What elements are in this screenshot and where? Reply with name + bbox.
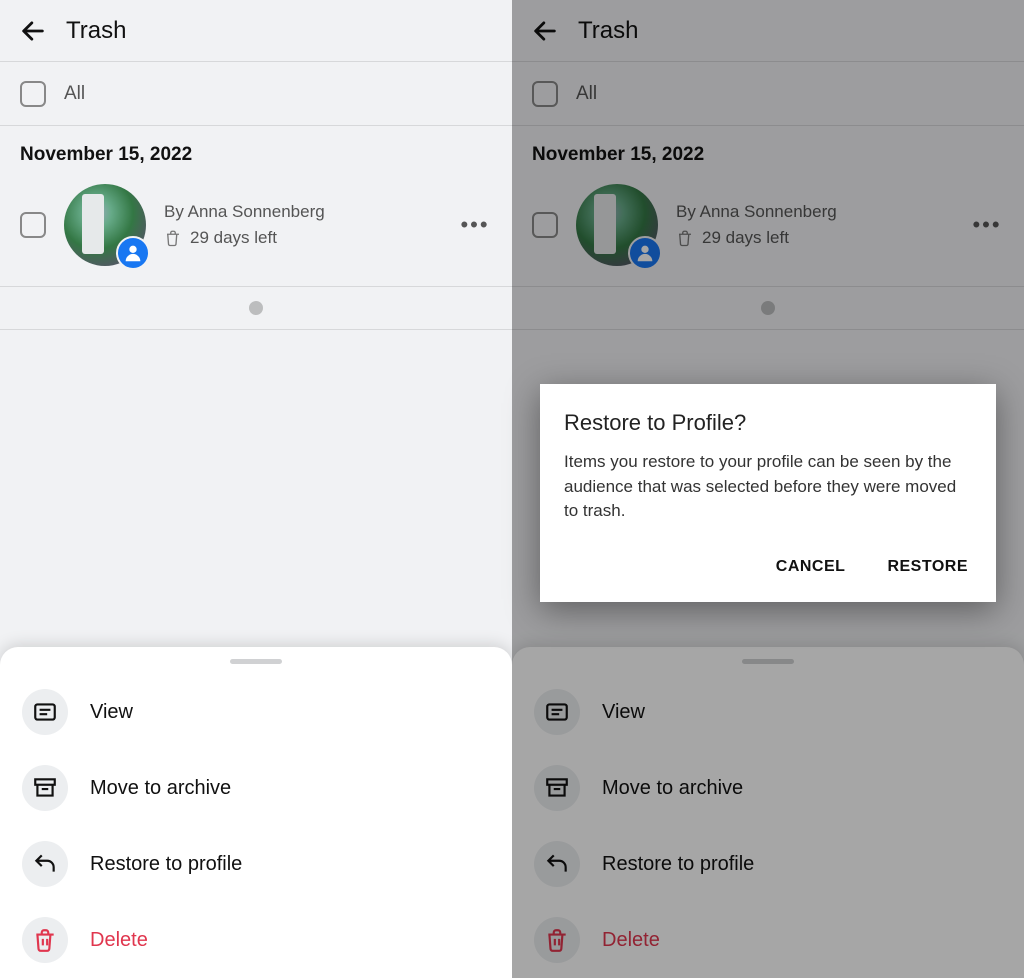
more-icon: ••• — [460, 212, 489, 238]
spinner-icon — [249, 301, 263, 315]
restore-dialog: Restore to Profile? Items you restore to… — [540, 384, 996, 602]
select-all-label: All — [576, 83, 597, 105]
action-sheet: View Move to archive Restore to profile … — [512, 647, 1024, 978]
sheet-option-label: Delete — [90, 929, 148, 952]
item-thumbnail[interactable] — [64, 184, 146, 266]
sheet-grabber[interactable] — [230, 659, 282, 664]
left-panel: Trash All November 15, 2022 By Anna Sonn… — [0, 0, 512, 978]
item-more-button[interactable]: ••• — [970, 212, 1004, 238]
arrow-left-icon — [19, 17, 47, 45]
dialog-title: Restore to Profile? — [564, 410, 972, 436]
dialog-restore-button[interactable]: RESTORE — [883, 552, 972, 582]
trash-item: By Anna Sonnenberg 29 days left ••• — [0, 176, 512, 287]
select-all-row[interactable]: All — [512, 62, 1024, 126]
sheet-option-delete[interactable]: Delete — [512, 902, 1024, 978]
sheet-option-delete[interactable]: Delete — [0, 902, 512, 978]
sheet-option-label: View — [90, 701, 133, 724]
back-button[interactable] — [16, 14, 50, 48]
action-sheet: View Move to archive Restore to profile … — [0, 647, 512, 978]
loading-row — [0, 287, 512, 330]
dialog-cancel-button[interactable]: CANCEL — [772, 552, 850, 582]
item-checkbox[interactable] — [532, 212, 558, 238]
item-days-left: 29 days left — [164, 228, 458, 248]
item-byline: By Anna Sonnenberg — [676, 202, 970, 222]
page-title: Trash — [66, 17, 126, 45]
trash-icon — [676, 229, 694, 247]
sheet-option-restore[interactable]: Restore to profile — [512, 826, 1024, 902]
archive-icon — [32, 775, 58, 801]
trash-item: By Anna Sonnenberg 29 days left ••• — [512, 176, 1024, 287]
item-checkbox[interactable] — [20, 212, 46, 238]
item-thumbnail[interactable] — [576, 184, 658, 266]
view-icon — [32, 699, 58, 725]
trash-icon — [32, 927, 58, 953]
item-more-button[interactable]: ••• — [458, 212, 492, 238]
sheet-option-label: Move to archive — [90, 777, 231, 800]
sheet-option-restore[interactable]: Restore to profile — [0, 826, 512, 902]
days-left-text: 29 days left — [190, 228, 277, 248]
date-heading: November 15, 2022 — [512, 126, 1024, 176]
sheet-option-view[interactable]: View — [512, 674, 1024, 750]
back-button[interactable] — [528, 14, 562, 48]
days-left-text: 29 days left — [702, 228, 789, 248]
item-info: By Anna Sonnenberg 29 days left — [164, 202, 458, 248]
sheet-option-view[interactable]: View — [0, 674, 512, 750]
header: Trash — [0, 0, 512, 62]
sheet-option-archive[interactable]: Move to archive — [512, 750, 1024, 826]
undo-icon — [32, 851, 58, 877]
item-byline: By Anna Sonnenberg — [164, 202, 458, 222]
page-title: Trash — [578, 17, 638, 45]
person-badge-icon — [116, 236, 150, 270]
sheet-option-archive[interactable]: Move to archive — [0, 750, 512, 826]
select-all-checkbox[interactable] — [20, 81, 46, 107]
select-all-row[interactable]: All — [0, 62, 512, 126]
dialog-body: Items you restore to your profile can be… — [564, 450, 972, 524]
select-all-checkbox[interactable] — [532, 81, 558, 107]
date-heading: November 15, 2022 — [0, 126, 512, 176]
arrow-left-icon — [531, 17, 559, 45]
trash-icon — [164, 229, 182, 247]
sheet-option-label: Restore to profile — [90, 853, 242, 876]
select-all-label: All — [64, 83, 85, 105]
dialog-actions: CANCEL RESTORE — [564, 552, 972, 582]
person-badge-icon — [628, 236, 662, 270]
